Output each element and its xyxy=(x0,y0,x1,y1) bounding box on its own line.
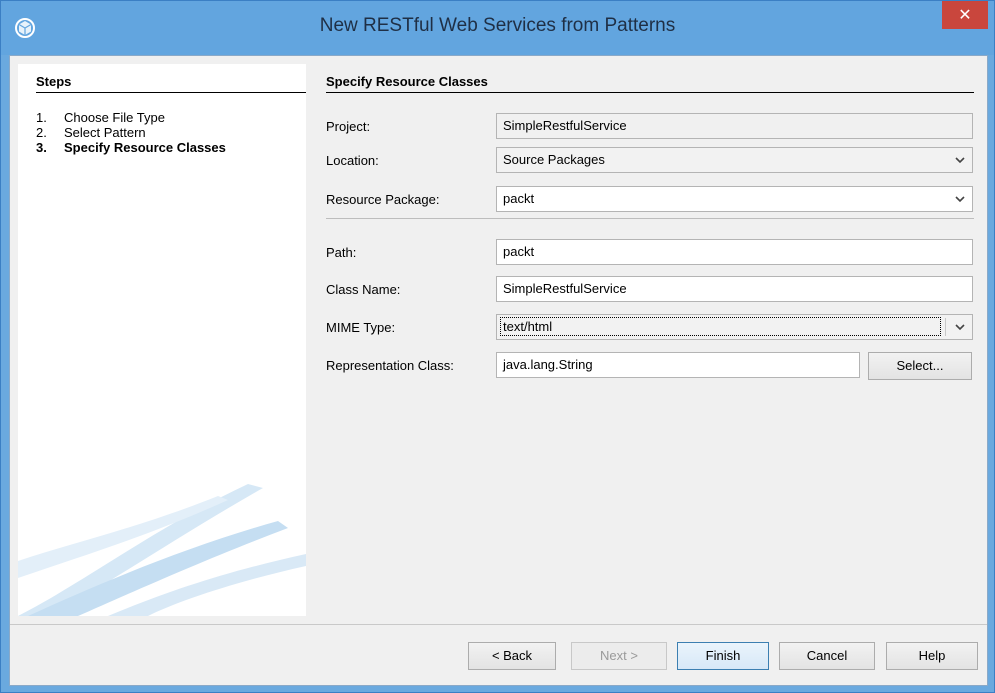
step-number: 3. xyxy=(36,140,47,155)
dialog-window: New RESTful Web Services from Patterns ✕… xyxy=(0,0,995,693)
steps-panel: Steps 1. Choose File Type 2. Select Patt… xyxy=(18,64,306,616)
help-button[interactable]: Help xyxy=(886,642,978,670)
chevron-down-icon[interactable] xyxy=(954,191,966,207)
steps-divider xyxy=(36,92,306,93)
representation-class-label: Representation Class: xyxy=(326,358,454,373)
window-title: New RESTful Web Services from Patterns xyxy=(319,15,676,36)
dropdown-separator xyxy=(945,318,946,336)
project-field: SimpleRestfulService xyxy=(496,113,973,139)
class-name-input[interactable]: SimpleRestfulService xyxy=(496,276,973,302)
location-dropdown[interactable]: Source Packages xyxy=(496,147,973,173)
steps-list: 1. Choose File Type 2. Select Pattern 3.… xyxy=(36,110,226,155)
back-button[interactable]: < Back xyxy=(468,642,556,670)
steps-title: Steps xyxy=(36,74,72,89)
next-button[interactable]: Next > xyxy=(571,642,667,670)
class-name-label: Class Name: xyxy=(326,282,401,297)
finish-button[interactable]: Finish xyxy=(677,642,769,670)
step-label: Specify Resource Classes xyxy=(64,140,226,155)
path-input[interactable]: packt xyxy=(496,239,973,265)
step-number: 1. xyxy=(36,110,47,125)
resource-package-label: Resource Package: xyxy=(326,192,440,207)
resource-package-combo[interactable]: packt xyxy=(496,186,973,212)
section-divider xyxy=(326,92,974,93)
mime-type-dropdown[interactable]: text/html xyxy=(496,314,973,340)
path-label: Path: xyxy=(326,245,357,260)
step-item: 1. Choose File Type xyxy=(36,110,226,125)
close-button[interactable]: ✕ xyxy=(942,1,988,29)
cancel-button[interactable]: Cancel xyxy=(779,642,875,670)
resource-package-value: packt xyxy=(503,191,535,206)
step-label: Select Pattern xyxy=(64,125,146,140)
step-number: 2. xyxy=(36,125,47,140)
dialog-client-area: Steps 1. Choose File Type 2. Select Patt… xyxy=(9,55,988,686)
step-item-current: 3. Specify Resource Classes xyxy=(36,140,226,155)
location-label: Location: xyxy=(326,153,379,168)
footer-divider xyxy=(10,624,987,625)
content-panel: Specify Resource Classes Project: Simple… xyxy=(306,64,983,616)
step-label: Choose File Type xyxy=(64,110,165,125)
section-title: Specify Resource Classes xyxy=(326,74,488,89)
representation-class-input[interactable]: java.lang.String xyxy=(496,352,860,378)
title-bar[interactable]: New RESTful Web Services from Patterns ✕ xyxy=(1,1,994,55)
location-value: Source Packages xyxy=(503,152,605,167)
step-item: 2. Select Pattern xyxy=(36,125,226,140)
decorative-swoosh-graphic xyxy=(18,484,306,616)
form-divider xyxy=(326,218,974,219)
close-icon: ✕ xyxy=(958,7,972,24)
project-label: Project: xyxy=(326,119,371,134)
select-button[interactable]: Select... xyxy=(868,352,972,380)
mime-type-value: text/html xyxy=(500,317,941,336)
mime-type-label: MIME Type: xyxy=(326,320,396,335)
chevron-down-icon xyxy=(955,157,965,164)
chevron-down-icon[interactable] xyxy=(954,319,966,335)
